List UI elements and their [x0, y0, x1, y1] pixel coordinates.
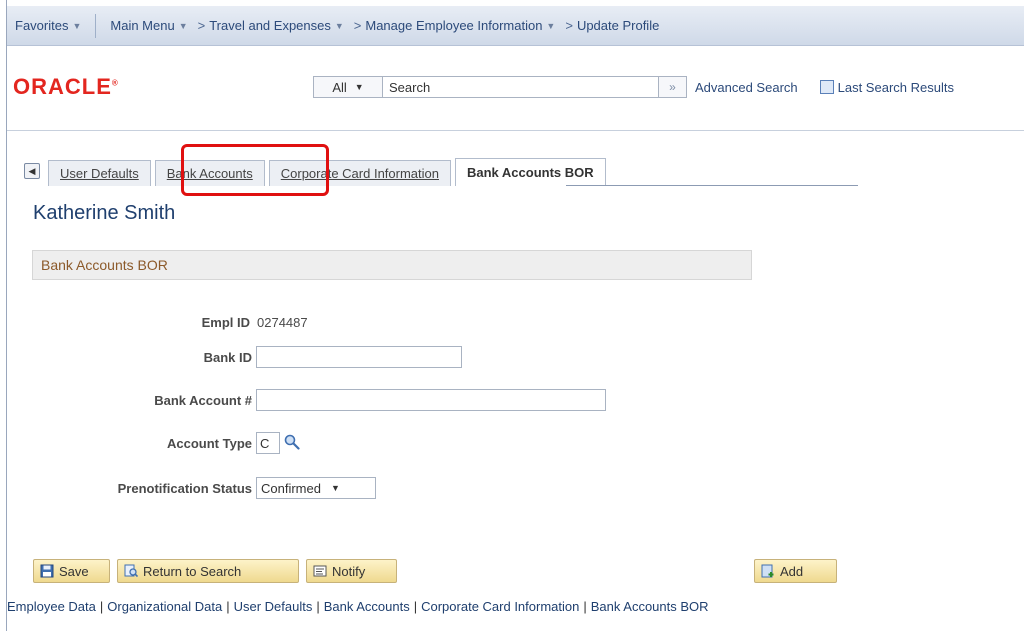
section-header: Bank Accounts BOR [32, 250, 752, 280]
annotation-highlight-box [181, 144, 329, 196]
account-type-field[interactable]: C [256, 432, 280, 454]
header: ORACLE® All ▼ Search » Advanced Search L… [7, 46, 1024, 131]
main-menu[interactable]: Main Menu ▼ [110, 18, 187, 33]
floppy-disk-icon [40, 564, 54, 578]
footer-links: Employee Data | Organizational Data | User D… [7, 599, 709, 614]
section-title: Bank Accounts BOR [41, 257, 168, 273]
save-label: Save [59, 563, 89, 579]
breadcrumb-arrow-icon: > [353, 18, 362, 33]
double-chevron-right-icon: » [669, 80, 676, 94]
main-menu-label: Main Menu [110, 18, 175, 33]
save-button[interactable]: Save [33, 559, 110, 583]
search-results-icon [819, 80, 834, 94]
add-label: Add [780, 563, 804, 579]
oracle-logo: ORACLE® [13, 74, 119, 99]
breadcrumb-update-profile[interactable]: > Update Profile [555, 18, 659, 33]
footer-separator: | [99, 599, 104, 614]
empl-id-label: Empl ID [201, 315, 250, 330]
top-nav-bar: Favorites ▼ Main Menu ▼ > Travel and Exp… [7, 6, 1024, 46]
footer-link-bank-accounts[interactable]: Bank Accounts [324, 599, 410, 614]
search-scope-label: All [332, 79, 347, 95]
chevron-down-icon: ▼ [546, 20, 556, 31]
prenotification-status-select[interactable]: Confirmed ▼ [256, 477, 376, 499]
nav-divider [95, 13, 97, 38]
last-search-label: Last Search Results [837, 79, 954, 95]
tab-underline [566, 185, 858, 186]
chevron-down-icon: ▼ [72, 20, 82, 31]
breadcrumb-travel-expenses[interactable]: > Travel and Expenses ▼ [188, 18, 344, 33]
search-placeholder: Search [389, 79, 431, 95]
return-to-search-button[interactable]: Return to Search [117, 559, 299, 583]
footer-separator: | [413, 599, 418, 614]
footer-link-corporate-card-information[interactable]: Corporate Card Information [421, 599, 579, 614]
prenotification-status-label: Prenotification Status [117, 481, 252, 496]
breadcrumb-label: Update Profile [576, 18, 660, 33]
notify-icon [313, 565, 327, 577]
tab-user-defaults[interactable]: User Defaults [48, 160, 151, 186]
chevron-down-icon: ▼ [178, 20, 188, 31]
notify-label: Notify [332, 563, 366, 579]
bank-account-label: Bank Account # [154, 393, 252, 408]
prenotification-status-value: Confirmed [261, 480, 321, 496]
return-to-search-label: Return to Search [143, 563, 242, 579]
add-icon [761, 564, 774, 578]
favorites-label: Favorites [15, 18, 69, 33]
chevron-down-icon: ▼ [334, 20, 344, 31]
page-title: Katherine Smith [33, 202, 176, 224]
chevron-down-icon: ▼ [354, 82, 364, 92]
breadcrumb-arrow-icon: > [565, 18, 573, 33]
search-input[interactable]: Search [383, 76, 659, 98]
add-button[interactable]: Add [754, 559, 837, 583]
lookup-magnifier-icon[interactable] [284, 434, 300, 450]
search-area: All ▼ Search » Advanced Search Last Sear… [313, 76, 954, 98]
footer-separator: | [226, 599, 230, 614]
breadcrumb-arrow-icon: > [197, 18, 206, 33]
footer-link-organizational-data[interactable]: Organizational Data [107, 599, 222, 614]
advanced-search-link[interactable]: Advanced Search [695, 80, 798, 95]
account-type-label: Account Type [167, 436, 252, 451]
breadcrumb-label: Travel and Expenses [209, 18, 331, 33]
bank-id-field[interactable] [256, 346, 462, 368]
notify-button[interactable]: Notify [306, 559, 397, 583]
search-scope-select[interactable]: All ▼ [313, 76, 383, 98]
bank-id-label: Bank ID [203, 350, 252, 365]
footer-link-user-defaults[interactable]: User Defaults [234, 599, 313, 614]
footer-link-employee-data[interactable]: Employee Data [7, 599, 96, 614]
footer-separator: | [316, 599, 320, 614]
breadcrumb-label: Manage Employee Information [365, 18, 543, 33]
footer-separator: | [583, 599, 587, 614]
footer-link-bank-accounts-bor[interactable]: Bank Accounts BOR [591, 599, 709, 614]
search-go-button[interactable]: » [659, 76, 687, 98]
empl-id-value: 0274487 [257, 315, 308, 330]
return-to-search-icon [124, 564, 138, 578]
tab-bank-accounts-bor[interactable]: Bank Accounts BOR [455, 158, 606, 186]
breadcrumb-manage-employee-info[interactable]: > Manage Employee Information ▼ [344, 18, 556, 33]
tab-scroll-left-icon[interactable]: ◀ [24, 163, 40, 179]
favorites-menu[interactable]: Favorites ▼ [15, 18, 81, 33]
bank-account-field[interactable] [256, 389, 606, 411]
chevron-down-icon: ▼ [330, 483, 340, 493]
last-search-results-link[interactable]: Last Search Results [819, 79, 954, 95]
